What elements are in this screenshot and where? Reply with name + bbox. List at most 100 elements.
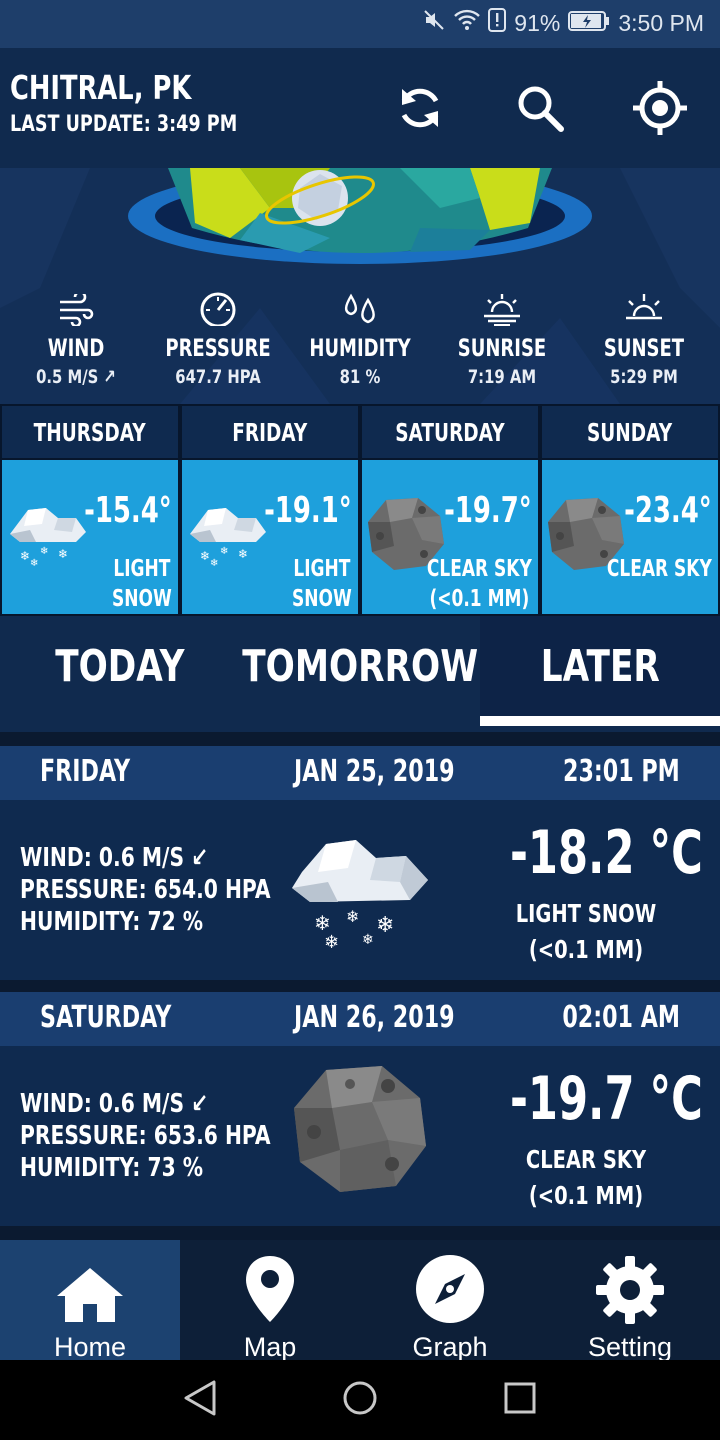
svg-text:❄: ❄	[200, 549, 210, 563]
day-card-friday[interactable]: FRIDAY ❄ ❄ ❄ ❄ -19.1° LIGHT SNOW	[182, 406, 358, 616]
forecast-tabs: TODAY TOMORROW LATER	[0, 616, 720, 732]
search-icon	[515, 83, 565, 137]
sunrise-icon	[482, 292, 522, 330]
svg-text:❄: ❄	[210, 558, 218, 566]
droplets-icon	[341, 290, 379, 330]
refresh-button[interactable]	[388, 78, 452, 142]
wind-icon	[58, 290, 94, 330]
current-conditions-panel: WIND 0.5 M/S ↗ PRESSURE 647.7 HPA HUMIDI…	[0, 168, 720, 404]
forecast-temp: -18.2 °C	[510, 818, 703, 888]
forecast-list: FRIDAY JAN 25, 2019 23:01 PM WIND: 0.6 M…	[0, 732, 720, 1240]
svg-text:❄: ❄	[346, 907, 359, 926]
system-navigation-bar	[0, 1360, 720, 1440]
snow-cloud-icon: ❄ ❄ ❄ ❄	[186, 496, 268, 570]
day-desc: LIGHT SNOW	[112, 554, 172, 614]
forecast-time: 02:01 AM	[562, 1000, 680, 1035]
forecast-card-header: FRIDAY JAN 25, 2019 23:01 PM	[0, 746, 720, 800]
forecast-time: 23:01 PM	[563, 754, 680, 789]
day-desc: LIGHT SNOW	[292, 554, 352, 614]
nav-label: Graph	[412, 1332, 488, 1362]
back-button[interactable]	[180, 1380, 220, 1420]
svg-text:❄: ❄	[30, 558, 38, 566]
metric-label: SUNSET	[603, 334, 685, 362]
nav-home[interactable]: Home	[0, 1240, 180, 1362]
svg-text:❄: ❄	[220, 546, 228, 557]
metric-pressure: PRESSURE 647.7 HPA	[146, 288, 290, 388]
nav-setting[interactable]: Setting	[540, 1240, 720, 1362]
metric-label: SUNRISE	[457, 334, 547, 362]
tab-today[interactable]: TODAY	[0, 616, 240, 716]
svg-text:❄: ❄	[58, 547, 68, 561]
svg-text:❄: ❄	[362, 932, 374, 948]
tab-tomorrow[interactable]: TOMORROW	[240, 616, 480, 716]
day-card-sunday[interactable]: SUNDAY -23.4° CLEAR SKY	[542, 406, 718, 616]
metric-value: 7:19 AM	[467, 366, 537, 388]
svg-text:❄: ❄	[324, 932, 339, 948]
forecast-temp: -19.7 °C	[510, 1064, 703, 1134]
home-system-button[interactable]	[340, 1380, 380, 1420]
day-desc-line1: CLEAR SKY	[427, 556, 532, 582]
metric-value: 5:29 PM	[610, 366, 678, 388]
day-name-text: SUNDAY	[587, 417, 673, 447]
forecast-humidity: HUMIDITY: 73 %	[20, 1153, 204, 1183]
tab-label: TODAY	[55, 640, 185, 692]
day-name: THURSDAY	[2, 406, 178, 458]
back-triangle-icon	[184, 1380, 216, 1420]
bottom-navigation: Home Map Graph Setting	[0, 1240, 720, 1362]
forecast-pressure: PRESSURE: 654.0 HPA	[20, 875, 271, 905]
nav-label: Map	[243, 1332, 297, 1362]
status-bar: 91% 3:50 PM	[0, 0, 720, 48]
moon-icon	[290, 1062, 430, 1200]
forecast-date: JAN 26, 2019	[294, 1000, 455, 1035]
day-temp: -15.4°	[84, 490, 172, 531]
nav-graph[interactable]: Graph	[360, 1240, 540, 1362]
battery-icon	[568, 10, 610, 37]
metric-value: 81 %	[339, 366, 381, 388]
day-card-thursday[interactable]: THURSDAY ❄ ❄ ❄ ❄ -15.4° LIGHT SNOW	[2, 406, 178, 616]
locate-button[interactable]	[628, 78, 692, 142]
day-name-text: SATURDAY	[395, 417, 505, 447]
metric-humidity: HUMIDITY 81 %	[288, 288, 432, 388]
metric-value: 0.5 M/S ↗	[36, 366, 116, 388]
mute-icon	[422, 8, 446, 38]
svg-text:❄: ❄	[40, 546, 48, 557]
home-circle-icon	[342, 1380, 378, 1420]
tab-later[interactable]: LATER	[480, 616, 720, 726]
city-name: CHITRAL, PK	[10, 68, 192, 107]
forecast-card[interactable]: SATURDAY JAN 26, 2019 02:01 AM WIND: 0.6…	[0, 992, 720, 1226]
gauge-icon	[198, 290, 238, 330]
tab-label: LATER	[540, 640, 660, 692]
forecast-humidity: HUMIDITY: 72 %	[20, 907, 204, 937]
day-name: SATURDAY	[362, 406, 538, 458]
day-card-body: -19.7° CLEAR SKY (<0.1 MM)	[362, 460, 538, 614]
metric-sunrise: SUNRISE 7:19 AM	[430, 288, 574, 388]
day-desc-line1: CLEAR SKY	[607, 556, 712, 582]
forecast-card[interactable]: FRIDAY JAN 25, 2019 23:01 PM WIND: 0.6 M…	[0, 746, 720, 980]
day-name-text: THURSDAY	[34, 417, 146, 447]
nav-map[interactable]: Map	[180, 1240, 360, 1362]
compass-icon	[415, 1254, 485, 1328]
sunset-icon	[624, 292, 664, 330]
forecast-wind: WIND: 0.6 M/S ↙	[20, 843, 209, 873]
recents-button[interactable]	[500, 1380, 540, 1420]
day-temp: -23.4°	[624, 490, 712, 531]
day-temp: -19.7°	[444, 490, 532, 531]
day-temp: -19.1°	[264, 490, 352, 531]
tab-label: TOMORROW	[242, 640, 478, 692]
recents-square-icon	[504, 1382, 536, 1418]
search-button[interactable]	[508, 78, 572, 142]
metric-value: 647.7 HPA	[175, 366, 261, 388]
battery-percent: 91%	[514, 9, 561, 36]
sim-alert-icon	[488, 8, 507, 38]
day-desc-line1: LIGHT	[293, 556, 351, 582]
metric-wind: WIND 0.5 M/S ↗	[4, 288, 148, 388]
forecast-date: JAN 25, 2019	[294, 754, 455, 789]
metric-label: PRESSURE	[165, 334, 271, 362]
day-desc-line2: SNOW	[112, 586, 172, 612]
svg-text:❄: ❄	[238, 547, 248, 561]
day-desc-line2: (<0.1 MM)	[429, 586, 530, 612]
day-card-saturday[interactable]: SATURDAY -19.7° CLEAR SKY (<0.1 MM)	[362, 406, 538, 616]
day-card-body: ❄ ❄ ❄ ❄ -19.1° LIGHT SNOW	[182, 460, 358, 614]
forecast-condition-line1: CLEAR SKY	[525, 1145, 647, 1174]
day-name-text: FRIDAY	[232, 417, 308, 447]
